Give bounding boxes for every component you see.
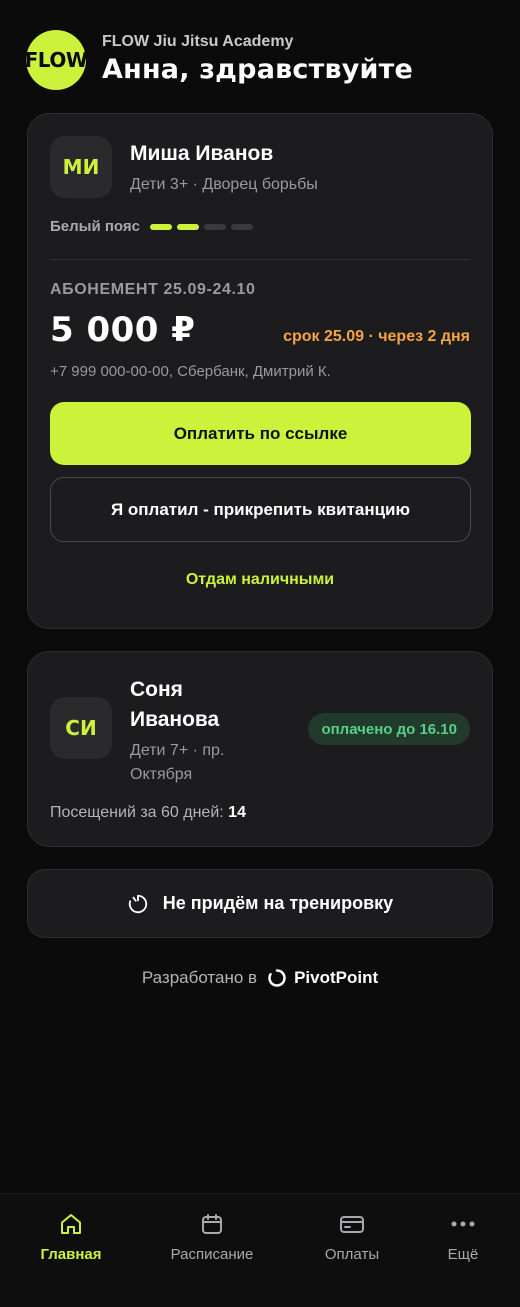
- pivotpoint-logo-icon: [268, 969, 286, 987]
- skip-training-button[interactable]: Не придём на тренировку: [27, 869, 493, 938]
- developed-by-label: Разработано в: [141, 968, 258, 987]
- student-name-last: Иванова: [130, 708, 220, 731]
- belt-stripe-filled: [149, 223, 172, 230]
- student-group: Дети 3+ · Дворец борьбы: [130, 176, 318, 193]
- home-icon: [61, 1214, 81, 1234]
- pay-cash-link[interactable]: Отдам наличными: [28, 571, 492, 589]
- skip-training-label: Не придём на тренировку: [162, 893, 394, 913]
- divider: [50, 259, 470, 260]
- belt-stripe-filled: [176, 223, 199, 230]
- greeting-title: Анна, здравствуйте: [102, 54, 414, 85]
- belt-stripes: [149, 223, 258, 230]
- tab-schedule[interactable]: Расписание: [152, 1212, 272, 1263]
- pay-by-link-button[interactable]: Оплатить по ссылке: [50, 402, 471, 465]
- tab-payments[interactable]: Оплаты: [292, 1212, 412, 1263]
- tab-home[interactable]: Главная: [11, 1212, 131, 1263]
- developer-credit: Разработано в PivotPoint: [0, 968, 520, 988]
- bottom-tab-bar: Главная Расписание Оплаты Ещё: [0, 1193, 520, 1307]
- header: FLOW FLOW Jiu Jitsu Academy Анна, здравс…: [25, 30, 413, 90]
- student-name-first: Соня: [130, 678, 183, 701]
- academy-name: FLOW Jiu Jitsu Academy: [102, 33, 294, 50]
- tab-more-label: Ещё: [447, 1246, 479, 1263]
- pivotpoint-brand[interactable]: PivotPoint: [294, 968, 378, 988]
- student-group-line1: Дети 7+ · пр.: [130, 742, 225, 759]
- visits-count: 14: [228, 804, 246, 821]
- avatar: МИ: [50, 136, 112, 198]
- payment-amount: 5 000 ₽: [50, 310, 196, 350]
- belt-stripe-empty: [230, 223, 253, 230]
- tab-home-label: Главная: [40, 1246, 102, 1263]
- tab-payments-label: Оплаты: [324, 1246, 380, 1263]
- app-screen: FLOW FLOW Jiu Jitsu Academy Анна, здравс…: [0, 0, 520, 1307]
- visits-summary: Посещений за 60 дней: 14: [50, 804, 246, 822]
- payment-requisites: +7 999 000-00-00, Сбербанк, Дмитрий К.: [50, 363, 331, 380]
- visits-label: Посещений за 60 дней:: [50, 804, 224, 821]
- avatar: СИ: [50, 697, 112, 759]
- student-card-sonya: СИ Соня Иванова Дети 7+ · пр. Октября оп…: [27, 651, 493, 847]
- student-card-misha: МИ Миша Иванов Дети 3+ · Дворец борьбы Б…: [27, 113, 493, 629]
- payment-due: срок 25.09 · через 2 дня: [283, 328, 470, 345]
- paid-status-badge: оплачено до 16.10: [308, 713, 470, 745]
- loading-arc-icon: [128, 894, 147, 913]
- credit-card-icon: [340, 1216, 364, 1233]
- tab-schedule-label: Расписание: [170, 1246, 254, 1263]
- student-group-line2: Октября: [130, 766, 193, 783]
- student-name: Миша Иванов: [130, 142, 274, 165]
- subscription-title: АБОНЕМЕНТ 25.09-24.10: [50, 281, 256, 298]
- academy-logo: FLOW: [25, 30, 88, 90]
- attach-receipt-button[interactable]: Я оплатил - прикрепить квитанцию: [50, 477, 471, 542]
- header-text: FLOW Jiu Jitsu Academy Анна, здравствуйт…: [102, 32, 413, 88]
- belt-label: Белый пояс: [50, 218, 140, 235]
- belt-progress: Белый пояс: [50, 218, 258, 235]
- more-dots-icon: [451, 1221, 475, 1227]
- tab-more[interactable]: Ещё: [403, 1212, 520, 1263]
- belt-stripe-empty: [203, 223, 226, 230]
- calendar-icon: [202, 1214, 222, 1234]
